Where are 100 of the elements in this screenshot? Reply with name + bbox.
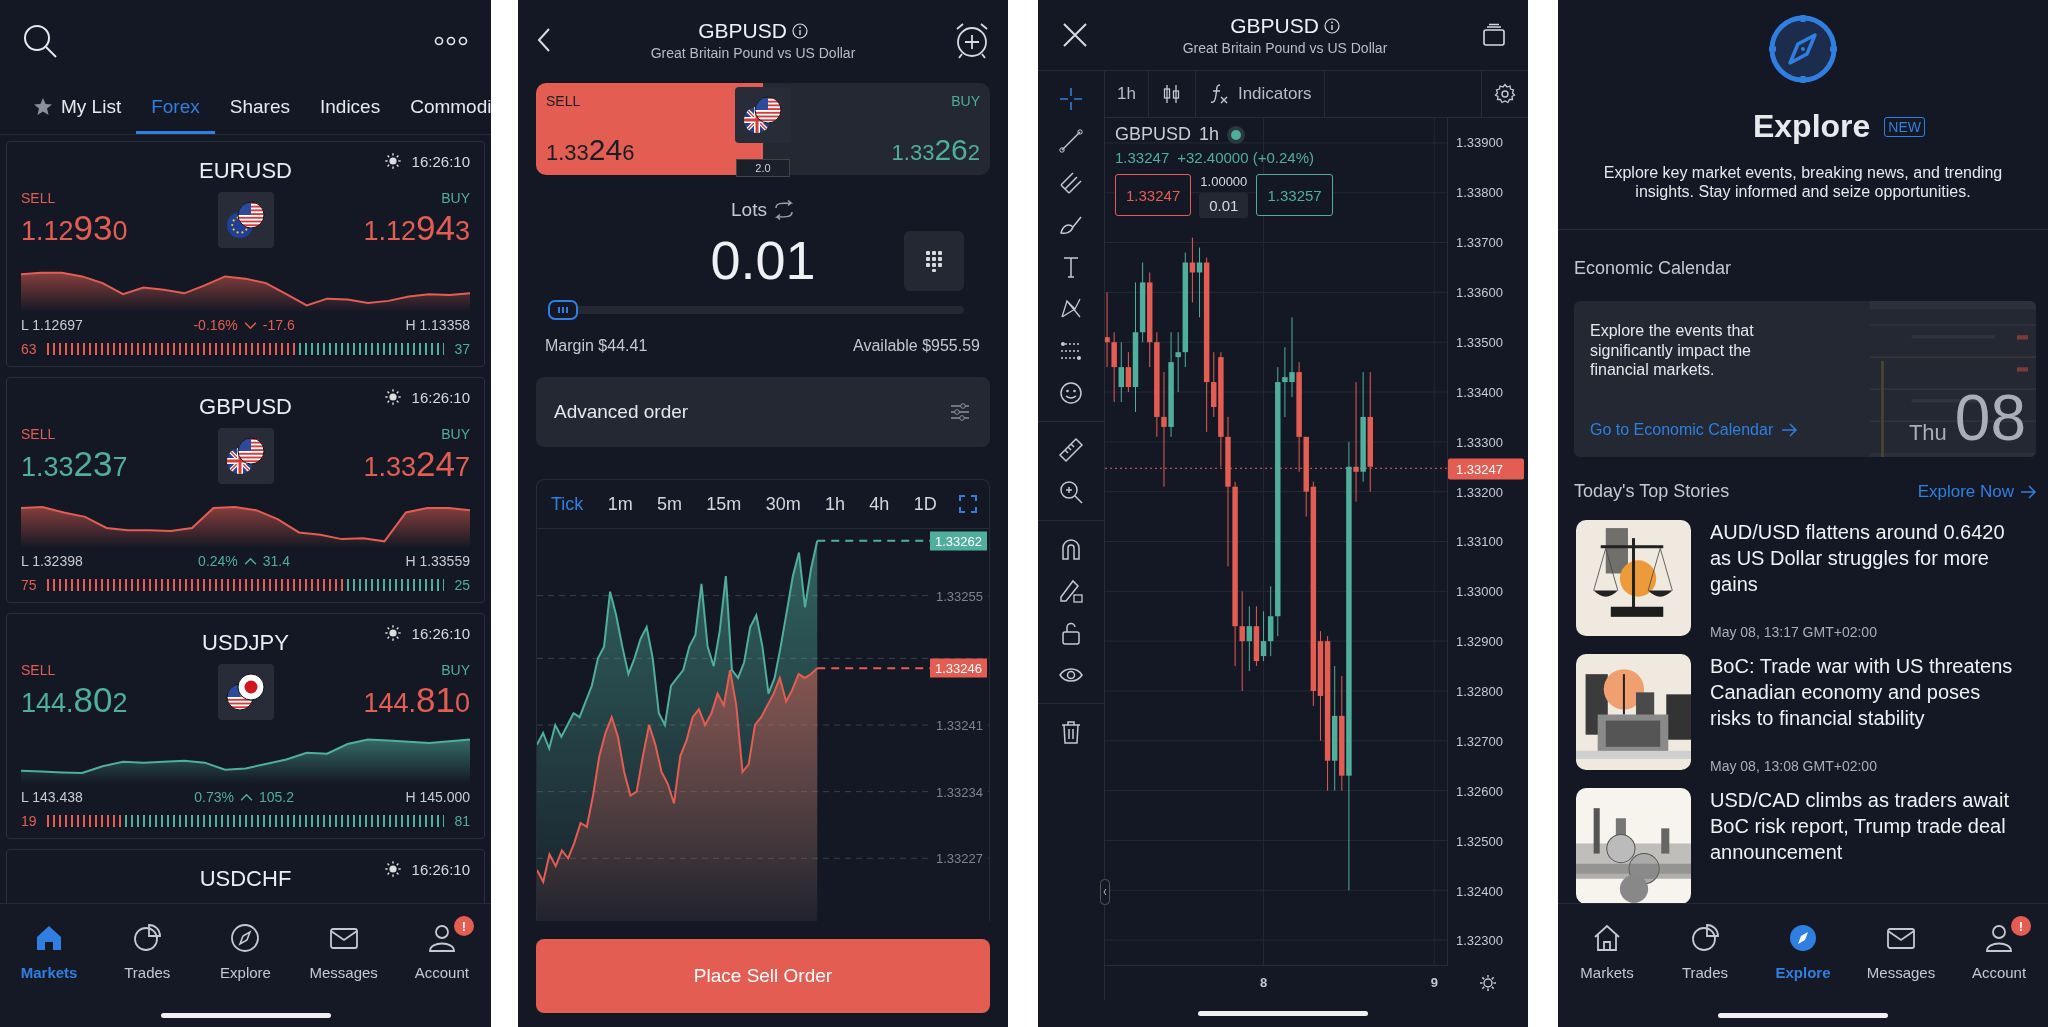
lots-slider[interactable] [548, 299, 964, 321]
quote-time: 16:26:10 [411, 388, 470, 406]
calendar-card[interactable]: Explore the events that significantly impact the financial markets. Go to Economic Calendar Thu 08 [1574, 301, 2036, 458]
alert-badge: ! [2011, 916, 2031, 936]
place-order-button[interactable]: Place Sell Order [536, 939, 990, 1013]
price-axis-label: 1.33400 [1455, 385, 1504, 399]
info-icon[interactable] [1323, 18, 1340, 34]
settings-icon[interactable] [1477, 973, 1498, 993]
category-tab[interactable]: Forex [136, 82, 215, 134]
keypad-icon [923, 250, 945, 272]
nav-tab[interactable]: ! Account [396, 914, 487, 981]
timeframe-tab[interactable]: 1m [605, 489, 635, 519]
collapse-handle-icon[interactable] [1100, 879, 1110, 905]
ask-price-tag: 1.33262 [930, 531, 987, 551]
change-points: 105.2 [258, 789, 294, 805]
price-axis-label: 1.33900 [1455, 136, 1504, 150]
timeframe-tab[interactable]: Tick [549, 489, 586, 519]
zoom-in-icon[interactable] [1057, 478, 1085, 506]
high-price: H 1.13358 [405, 317, 470, 333]
sell-order-box[interactable]: 1.33247 [1115, 174, 1192, 216]
price-axis-label: 1.33800 [1455, 186, 1504, 200]
ruler-icon[interactable] [1057, 436, 1085, 464]
timeframe-tab[interactable]: 15m [704, 489, 744, 519]
info-icon[interactable] [791, 23, 808, 39]
story-time: May 08, 13:17 GMT+02:00 [1710, 624, 1878, 641]
nav-tab[interactable]: Explore [1758, 914, 1848, 981]
price-axis-label: 1.32800 [1455, 685, 1504, 699]
sellers-percent: 19 [21, 813, 38, 829]
keypad-button[interactable] [904, 231, 964, 291]
timeframe-tab[interactable]: 30m [763, 489, 803, 519]
symbol-label: GBPUSD [1115, 124, 1192, 145]
nav-tab[interactable]: Messages [298, 914, 389, 981]
layers-icon[interactable] [1482, 23, 1506, 47]
settings-icon[interactable] [1494, 83, 1516, 105]
nav-tab[interactable]: Markets [1562, 914, 1652, 981]
timeframe-tab[interactable]: 1h [822, 489, 847, 519]
price-axis-label: 1.32300 [1455, 934, 1504, 948]
quantity-value[interactable]: 0.01 [1199, 193, 1249, 218]
slider-thumb[interactable] [548, 300, 578, 320]
sell-label: SELL [21, 662, 57, 678]
pencil-lock-icon[interactable] [1057, 577, 1085, 605]
timeframe-tab[interactable]: 1D [911, 489, 939, 519]
category-tab[interactable]: Indices [304, 82, 396, 134]
spread-badge: 2.0 [736, 159, 790, 177]
pair-name: EURUSD [199, 158, 292, 184]
category-tab[interactable]: Commodi [395, 82, 491, 134]
nav-tab[interactable]: Trades [1660, 914, 1750, 981]
interval-button[interactable]: 1h [1105, 71, 1149, 117]
expand-icon[interactable] [958, 495, 977, 513]
nav-tab[interactable]: Explore [200, 914, 291, 981]
flag-pair-icon [217, 664, 274, 720]
close-icon[interactable] [1062, 22, 1088, 48]
nav-tab[interactable]: Markets [4, 914, 95, 981]
buy-order-box[interactable]: 1.33257 [1256, 174, 1333, 216]
market-card[interactable]: EURUSD 16:26:10 SELL 1.12930 BUY 1.12943 L 1.12697 -0.16% -17.6 H 1.13358 63 37 [6, 141, 485, 367]
category-tab[interactable]: Shares [214, 82, 305, 134]
sellers-percent: 63 [21, 341, 38, 357]
sun-icon [383, 624, 402, 642]
page-description: Explore key market events, breaking news, and trending insights. Stay informed and seize opportunities. [1602, 163, 2004, 202]
buyers-percent: 25 [453, 577, 470, 593]
lots-label: Lots [731, 199, 767, 221]
pair-name: GBPUSD [199, 394, 292, 420]
page-title: Explore [1752, 108, 1871, 145]
price-axis-label: 1.33500 [1455, 335, 1504, 349]
trend-line-icon[interactable] [1057, 127, 1085, 155]
price-axis-label: 1.32400 [1455, 884, 1504, 898]
nav-tab[interactable]: ! Account [1954, 914, 2044, 981]
current-price-tag: 1.33247 [1448, 458, 1524, 480]
day-number: 08 [1954, 389, 2026, 448]
advanced-order-button[interactable]: Advanced order [536, 377, 990, 447]
pair-name: USDCHF [199, 866, 292, 892]
crosshair-icon[interactable] [1057, 85, 1085, 113]
smiley-icon[interactable] [1057, 379, 1085, 407]
price-axis-label: 1.32600 [1455, 784, 1504, 798]
indicators-button[interactable]: Indicators [1195, 71, 1325, 117]
timeframe-tab[interactable]: 5m [654, 489, 684, 519]
story-headline[interactable]: AUD/USD flattens around 0.6420 as US Dollar struggles for more gains [1710, 520, 2026, 598]
market-card[interactable]: USDCHF 16:26:10 [6, 849, 485, 903]
swap-icon [772, 200, 795, 220]
buy-label: BUY [441, 662, 470, 678]
sun-icon [383, 388, 402, 406]
star-icon [33, 96, 53, 117]
nav-tab[interactable]: Messages [1856, 914, 1946, 981]
story-headline[interactable]: USD/CAD climbs as traders await BoC risk report, Trump trade deal announcement [1710, 788, 2026, 866]
high-price: H 1.33559 [405, 553, 470, 569]
explore-now-link[interactable]: Explore Now [1917, 481, 2036, 502]
compass-icon [1787, 922, 1819, 954]
story-headline[interactable]: BoC: Trade war with US threatens Canadian economy and poses risks to financial stability [1710, 654, 2026, 732]
category-tab[interactable]: My List [18, 82, 137, 134]
low-price: L 143.438 [21, 789, 83, 805]
timeframe-tab[interactable]: 4h [867, 489, 892, 519]
market-card[interactable]: USDJPY 16:26:10 SELL 144.802 BUY 144.810 L 143.438 0.73% 105.2 H 145.000 19 81 [6, 613, 485, 839]
market-card[interactable]: GBPUSD 16:26:10 SELL 1.33237 BUY 1.33247 L 1.32398 0.24% 31.4 H 1.33559 75 25 [6, 377, 485, 603]
calendar-link[interactable]: Go to Economic Calendar [1590, 421, 1798, 440]
change-points: -17.6 [262, 317, 295, 333]
new-badge: NEW [1884, 116, 1925, 137]
nav-tab[interactable]: Trades [102, 914, 193, 981]
sell-price: 1.12930 [21, 210, 129, 245]
buyers-percent: 81 [453, 813, 470, 829]
sell-label: SELL [21, 426, 57, 442]
